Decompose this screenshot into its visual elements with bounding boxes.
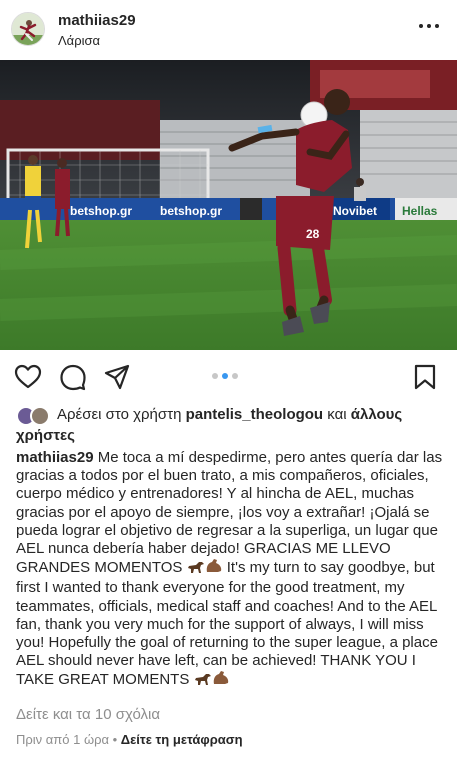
- carousel-indicator: [212, 373, 238, 379]
- flexed-biceps-icon: [212, 670, 230, 691]
- horse-icon: [194, 672, 212, 691]
- post-location[interactable]: Λάρισα: [58, 33, 100, 48]
- post-caption: mathiias29 Me toca a mí despedirme, pero…: [16, 449, 444, 692]
- see-translation-link[interactable]: Δείτε τη μετάφραση: [121, 732, 243, 747]
- caption-text-es: Me toca a mí despedirme, pero antes quer…: [16, 449, 443, 577]
- post-meta: Πριν από 1 ώρα • Δείτε τη μετάφραση: [16, 732, 243, 747]
- caption-text-en: It's my turn to say goodbye, but first I…: [16, 559, 438, 689]
- ad-board-3: Novibet: [333, 204, 377, 218]
- ad-board-1: betshop.gr: [70, 204, 132, 218]
- avatar: [30, 406, 50, 426]
- likes-text: Αρέσει στο χρήστη pantelis_theologou και…: [16, 404, 446, 446]
- carousel-dot: [212, 373, 218, 379]
- flexed-biceps-icon: [205, 558, 223, 579]
- likes-middle: και: [323, 406, 351, 423]
- post-header: mathiias29 Λάρισα: [0, 0, 457, 60]
- heart-icon[interactable]: [14, 363, 42, 391]
- meta-separator: •: [109, 732, 121, 747]
- comment-icon[interactable]: [59, 363, 87, 391]
- likes-summary[interactable]: Αρέσει στο χρήστη pantelis_theologou και…: [16, 404, 446, 446]
- carousel-dot-active: [222, 373, 228, 379]
- bookmark-icon[interactable]: [411, 363, 439, 391]
- view-all-comments-link[interactable]: Δείτε και τα 10 σχόλια: [16, 706, 160, 723]
- post-photo[interactable]: betshop.gr betshop.gr Novibet Hellas 28: [0, 60, 457, 350]
- jersey-number: 28: [306, 227, 320, 241]
- likes-prefix: Αρέσει στο χρήστη: [57, 406, 186, 423]
- share-icon[interactable]: [103, 363, 131, 391]
- post-username[interactable]: mathiias29: [58, 12, 136, 29]
- post-timestamp: Πριν από 1 ώρα: [16, 732, 110, 747]
- caption-username[interactable]: mathiias29: [16, 449, 94, 466]
- post-actions: [0, 358, 457, 394]
- horse-icon: [187, 560, 205, 579]
- liker-avatars: [16, 406, 52, 426]
- profile-avatar[interactable]: [11, 12, 45, 46]
- ad-board-4: Hellas: [402, 204, 438, 218]
- more-options-icon[interactable]: [419, 22, 441, 30]
- liker-username[interactable]: pantelis_theologou: [186, 406, 324, 423]
- ad-board-2: betshop.gr: [160, 204, 222, 218]
- carousel-dot: [232, 373, 238, 379]
